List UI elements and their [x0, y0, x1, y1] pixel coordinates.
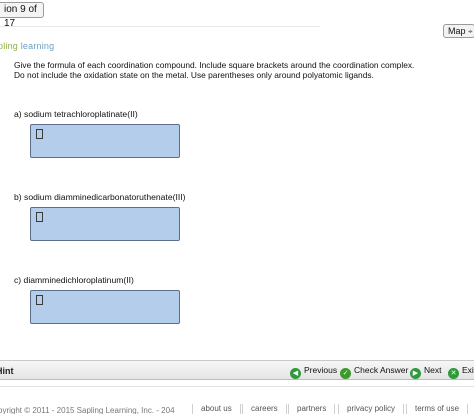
part-a-answer-input[interactable] — [30, 124, 180, 158]
copyright-text: pyright © 2011 - 2015 Sapling Learning, … — [0, 406, 175, 414]
header-panel: pling learning — [0, 26, 320, 52]
sapling-learning-logo: pling learning — [0, 41, 55, 51]
footer-link-privacy-policy[interactable]: privacy policy — [338, 404, 405, 414]
check-answer-button[interactable]: ✓ Check Answer — [340, 364, 408, 379]
footer-link-partners[interactable]: partners — [288, 404, 336, 414]
check-icon: ✓ — [340, 368, 351, 379]
input-cursor-icon — [36, 295, 43, 305]
hint-button[interactable]: Hint — [0, 366, 14, 376]
exit-button[interactable]: ✕Exit — [448, 364, 474, 379]
part-c-answer-input[interactable] — [30, 290, 180, 324]
footer-link-about-us[interactable]: about us — [192, 404, 241, 414]
question-counter: ion 9 of 17 — [0, 2, 44, 29]
footer-divider — [0, 386, 474, 387]
map-button-label: Map — [448, 26, 466, 36]
next-button[interactable]: ▶ Next — [410, 364, 441, 379]
previous-arrow-icon: ◀ — [290, 368, 301, 379]
next-arrow-icon: ▶ — [410, 368, 421, 379]
page-footer: pyright © 2011 - 2015 Sapling Learning, … — [0, 380, 474, 414]
map-pin-icon: ⌖ — [468, 27, 473, 36]
instructions-line-2: Do not include the oxidation state on th… — [14, 70, 374, 80]
input-cursor-icon — [36, 212, 43, 222]
question-content: Give the formula of each coordination co… — [0, 52, 474, 362]
question-instructions: Give the formula of each coordination co… — [14, 60, 464, 80]
part-a-label: a) sodium tetrachloroplatinate(II) — [14, 109, 138, 119]
question-nav-bar: Hint ◀Previous ✓Check Answer ▶Next ✕Exit — [0, 360, 474, 380]
previous-button[interactable]: ◀ Previous — [290, 364, 337, 379]
part-b-label: b) sodium diamminedicarbonatoruthenate(I… — [14, 192, 186, 202]
input-cursor-icon — [36, 129, 43, 139]
part-c-label: c) diamminedichloroplatinum(II) — [14, 275, 134, 285]
part-b-answer-input[interactable] — [30, 207, 180, 241]
exit-icon: ✕ — [448, 368, 459, 379]
top-strip: ion 9 of 17 — [0, 0, 474, 29]
map-button[interactable]: Map ⌖ — [443, 24, 474, 38]
instructions-line-1: Give the formula of each coordination co… — [14, 60, 415, 70]
footer-link-terms-of-use[interactable]: terms of use — [406, 404, 469, 414]
footer-link-careers[interactable]: careers — [242, 404, 287, 414]
